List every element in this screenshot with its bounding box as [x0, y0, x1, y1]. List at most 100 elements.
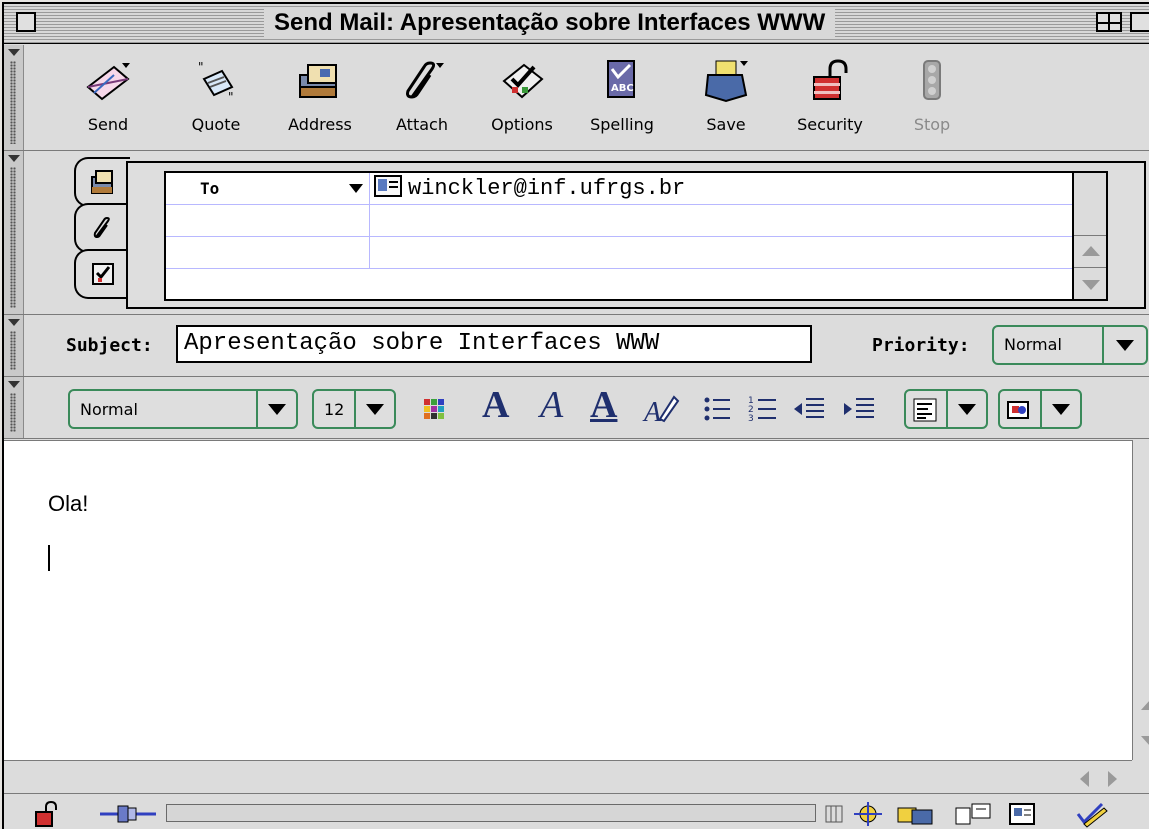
text-caret [48, 545, 50, 571]
scroll-up-button[interactable] [1074, 235, 1106, 267]
arrow-left-icon[interactable] [1080, 771, 1089, 787]
format-collapse-gripper[interactable] [4, 377, 24, 438]
recipient-row[interactable] [166, 237, 1106, 269]
paperclip-icon [406, 61, 444, 99]
font-size-select[interactable]: 12 [312, 389, 396, 429]
address-area: To winckler@inf.ufrgs.br [4, 151, 1149, 315]
font-size-value: 12 [324, 400, 345, 419]
send-button[interactable]: Send [66, 53, 150, 145]
recipient-type-select[interactable] [166, 205, 370, 237]
subject-collapse-gripper[interactable] [4, 315, 24, 376]
text-color-grid-icon[interactable] [414, 389, 454, 429]
bullet-list-icon[interactable] [698, 389, 738, 429]
body-vertical-scrollbar[interactable] [1132, 440, 1149, 760]
address-book-icon[interactable] [1008, 800, 1038, 828]
quote-button[interactable]: " " Quote [174, 53, 258, 145]
composer-icon[interactable] [954, 800, 994, 828]
font-size-dropdown-button[interactable] [354, 391, 394, 427]
priority-dropdown-button[interactable] [1102, 327, 1146, 363]
options-button[interactable]: Options [480, 53, 564, 145]
alignment-select[interactable] [904, 389, 988, 429]
recipient-row[interactable] [166, 269, 1106, 301]
italic-button[interactable]: A [540, 383, 563, 427]
security-button[interactable]: Security [788, 53, 872, 145]
alignment-dropdown-button[interactable] [946, 391, 986, 427]
chevron-down-icon [268, 404, 286, 415]
arrow-down-icon[interactable] [1141, 736, 1149, 746]
recipient-type-select[interactable]: To [166, 173, 370, 205]
address-collapse-gripper[interactable] [4, 151, 24, 314]
close-box[interactable] [16, 12, 36, 32]
zoom-box[interactable] [1096, 12, 1122, 32]
recipient-type-select[interactable] [166, 237, 370, 269]
navigator-icon[interactable] [850, 800, 886, 828]
tab-attachments[interactable] [74, 203, 130, 253]
recipient-address-field[interactable]: winckler@inf.ufrgs.br [374, 173, 685, 205]
send-mail-window: Send Mail: Apresentação sobre Interfaces… [2, 2, 1149, 829]
priority-select[interactable]: Normal [992, 325, 1148, 365]
mail-icon[interactable] [896, 800, 936, 828]
paragraph-style-value: Normal [80, 400, 138, 419]
recipient-type-label: To [200, 179, 220, 198]
spelling-button[interactable]: ABC Spelling [580, 53, 664, 145]
subject-bar: Subject: Apresentação sobre Interfaces W… [4, 315, 1149, 377]
arrow-up-icon [1082, 246, 1100, 256]
clear-styles-pen-icon[interactable]: A [640, 389, 680, 429]
svg-text:3: 3 [748, 414, 754, 424]
subject-label: Subject: [66, 335, 153, 356]
recipient-row[interactable]: To winckler@inf.ufrgs.br [166, 173, 1106, 205]
status-bar [4, 793, 1149, 829]
chevron-down-icon [366, 404, 384, 415]
bold-button[interactable]: A [482, 383, 509, 427]
chevron-down-icon [1052, 404, 1070, 415]
address-book-icon [299, 64, 337, 98]
insert-object-dropdown-button[interactable] [1040, 391, 1080, 427]
quote-icon: " " [198, 60, 234, 104]
numbered-list-icon[interactable]: 1 2 3 [744, 389, 784, 429]
align-left-icon [913, 398, 937, 422]
attach-button[interactable]: Attach [380, 53, 464, 145]
recipient-row[interactable] [166, 205, 1106, 237]
body-horizontal-scrollbar[interactable] [4, 760, 1132, 792]
toolbar-collapse-gripper[interactable] [4, 45, 24, 150]
resize-grip-icon [825, 805, 843, 823]
subject-field[interactable]: Apresentação sobre Interfaces WWW [176, 325, 812, 363]
stop-button[interactable]: Stop [890, 53, 974, 145]
security-lock-icon[interactable] [32, 800, 62, 828]
message-body-text: Ola! [48, 491, 89, 516]
insert-object-icon [1007, 401, 1029, 419]
tab-addressing[interactable] [74, 157, 130, 207]
save-button[interactable]: Save [684, 53, 768, 145]
insert-object-select[interactable] [998, 389, 1082, 429]
edit-pen-icon[interactable] [1074, 800, 1110, 828]
underline-button[interactable]: A [590, 383, 617, 427]
paragraph-style-dropdown-button[interactable] [256, 391, 296, 427]
arrow-right-icon[interactable] [1108, 771, 1117, 787]
tab-message-options[interactable] [74, 249, 130, 299]
window-title: Send Mail: Apresentação sobre Interfaces… [264, 8, 836, 38]
arrow-up-icon[interactable] [1141, 700, 1149, 710]
svg-text:A: A [642, 397, 662, 428]
online-plug-icon[interactable] [98, 800, 158, 828]
chevron-down-icon [349, 184, 363, 193]
message-body-editor[interactable]: Ola! [4, 440, 1132, 760]
svg-text:": " [228, 90, 234, 104]
title-bar[interactable]: Send Mail: Apresentação sobre Interfaces… [4, 4, 1149, 44]
chevron-down-icon [1116, 340, 1134, 351]
recipient-scrollbar[interactable] [1072, 173, 1106, 299]
addressing-panel: To winckler@inf.ufrgs.br [126, 161, 1146, 309]
priority-value: Normal [1004, 335, 1062, 354]
main-toolbar: Send " " Quote Address Attach Options AB… [4, 45, 1149, 151]
svg-text:": " [198, 60, 204, 74]
increase-indent-icon[interactable] [840, 389, 880, 429]
address-button[interactable]: Address [278, 53, 362, 145]
paperclip-icon [93, 216, 110, 239]
chevron-down-icon [958, 404, 976, 415]
recipient-address: winckler@inf.ufrgs.br [408, 176, 686, 201]
lock-icon [813, 59, 848, 100]
decrease-indent-icon[interactable] [790, 389, 830, 429]
paragraph-style-select[interactable]: Normal [68, 389, 298, 429]
arrow-down-icon [1082, 280, 1100, 290]
scroll-down-button[interactable] [1074, 267, 1106, 299]
collapse-box[interactable] [1130, 12, 1149, 32]
